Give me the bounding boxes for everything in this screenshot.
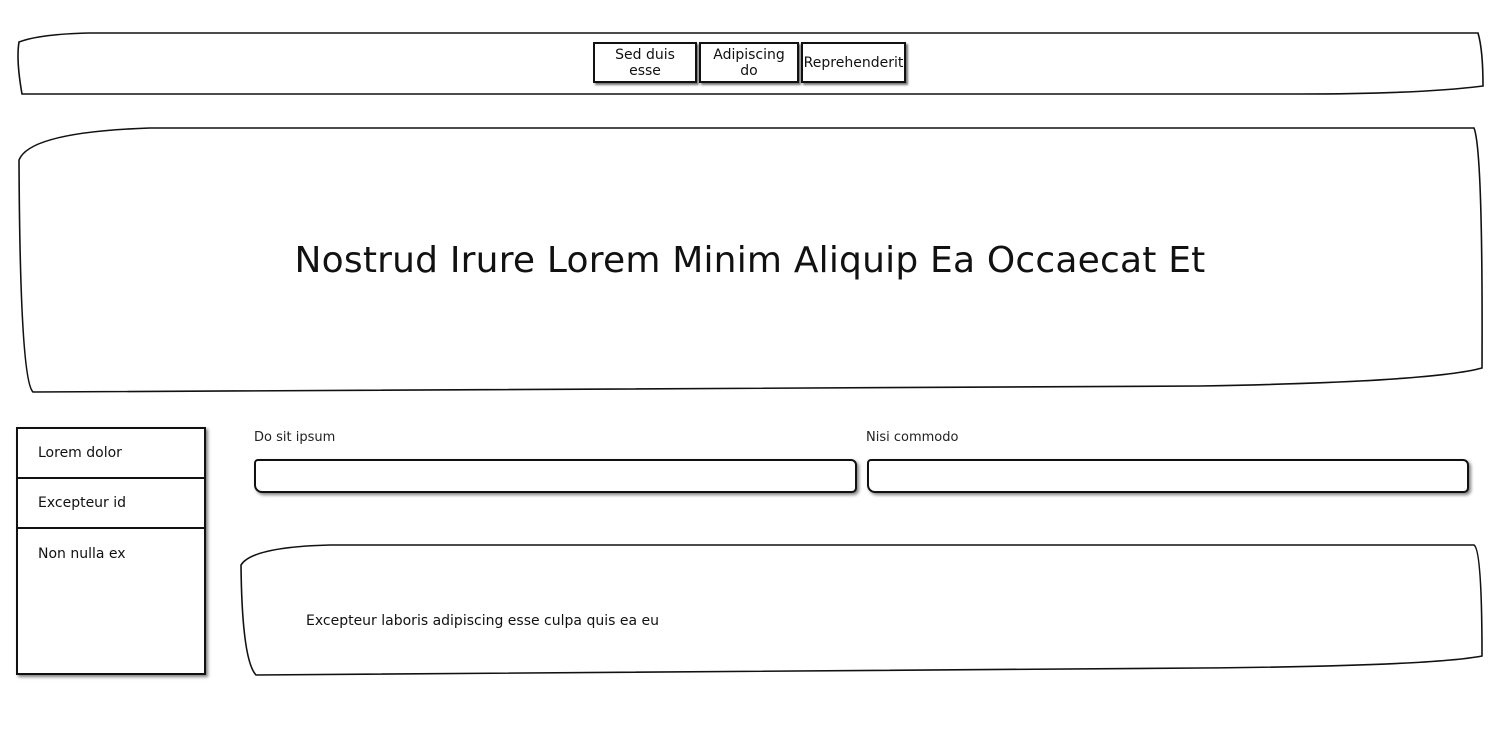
- field-label-nisi-commodo: Nisi commodo: [866, 430, 959, 445]
- sidebar-item-lorem-dolor[interactable]: Lorem dolor: [18, 429, 204, 479]
- sidebar-item-label: Excepteur id: [38, 495, 127, 511]
- do-sit-ipsum-input[interactable]: [254, 459, 857, 493]
- hero-banner: Nostrud Irure Lorem Minim Aliquip Ea Occ…: [17, 128, 1483, 392]
- sidebar-item-non-nulla-ex[interactable]: Non nulla ex: [18, 529, 204, 579]
- content-panel: [240, 545, 1483, 675]
- field-label-do-sit-ipsum: Do sit ipsum: [254, 430, 336, 445]
- top-nav-button-group: Sed duis esse Adipiscing do Reprehenderi…: [593, 42, 906, 85]
- sidebar-item-excepteur-id[interactable]: Excepteur id: [18, 479, 204, 529]
- nav-button-reprehenderit[interactable]: Reprehenderit: [801, 42, 906, 83]
- nisi-commodo-input[interactable]: [867, 459, 1469, 493]
- sidebar-menu: Lorem dolor Excepteur id Non nulla ex: [16, 427, 206, 675]
- nav-button-adipiscing-do[interactable]: Adipiscing do: [699, 42, 799, 83]
- nav-button-sed-duis-esse[interactable]: Sed duis esse: [593, 42, 697, 83]
- sidebar-item-label: Lorem dolor: [38, 445, 122, 461]
- content-panel-text: Excepteur laboris adipiscing esse culpa …: [306, 613, 659, 629]
- sidebar-item-label: Non nulla ex: [38, 546, 126, 562]
- hero-title: Nostrud Irure Lorem Minim Aliquip Ea Occ…: [294, 239, 1206, 281]
